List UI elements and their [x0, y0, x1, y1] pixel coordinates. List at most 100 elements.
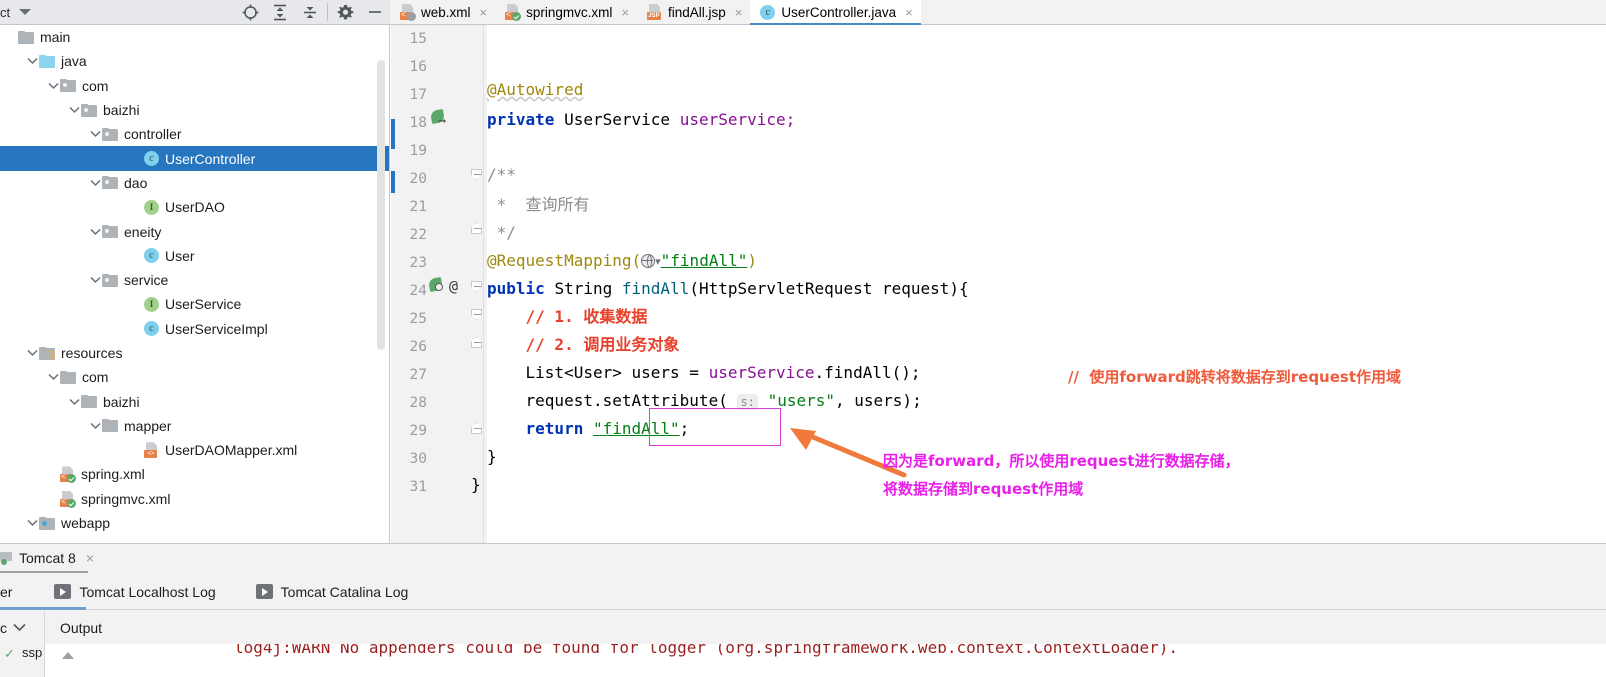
tree-item-main[interactable]: main	[0, 25, 389, 49]
tree-item-userdaomapper-xml[interactable]: <> UserDAOMapper.xml	[0, 438, 389, 462]
chevron-down-icon[interactable]	[25, 49, 39, 73]
resource-folder-icon	[39, 346, 55, 360]
collapse-all-icon[interactable]	[295, 0, 325, 25]
tree-item-com[interactable]: com	[0, 365, 389, 389]
xml-mapper-icon: <>	[144, 442, 159, 459]
tree-item-userservice[interactable]: I UserService	[0, 292, 389, 316]
editor-tab-findall-jsp[interactable]: JSP findAll.jsp ×	[637, 0, 750, 24]
console-status-text: ssp	[22, 645, 43, 660]
tree-item-userdao[interactable]: I UserDAO	[0, 195, 389, 219]
tree-item-dao[interactable]: dao	[0, 171, 389, 195]
run-tab-tomcat8[interactable]: Tomcat 8 ×	[0, 544, 94, 572]
log-tab-catalina[interactable]: Tomcat Catalina Log	[242, 574, 423, 610]
tree-item-eneity[interactable]: eneity	[0, 219, 389, 243]
tree-item-springmvc-xml[interactable]: springmvc.xml	[0, 487, 389, 511]
code-line-23: public String findAll(HttpServletRequest…	[487, 279, 969, 298]
output-filter-dropdown[interactable]: c	[0, 620, 40, 636]
annotation-request-note-2: 将数据存储到request作用域	[883, 480, 1084, 498]
output-filter-label: c	[0, 619, 7, 636]
editor-tab-web-xml[interactable]: web.xml ×	[390, 0, 495, 24]
close-icon[interactable]: ×	[621, 5, 629, 20]
line-number: 25	[409, 311, 427, 327]
tree-item-baizhi[interactable]: baizhi	[0, 389, 389, 413]
project-tree[interactable]: main java com baizhi controller c UserControll…	[0, 25, 390, 543]
chevron-down-icon[interactable]	[88, 171, 102, 195]
java-interface-icon: I	[144, 296, 159, 312]
code-line-29: }	[487, 447, 497, 466]
hide-panel-icon[interactable]	[360, 0, 390, 25]
chevron-down-icon[interactable]	[67, 390, 81, 414]
xml-file-icon	[60, 466, 76, 484]
globe-icon[interactable]	[641, 254, 656, 268]
tree-item-label: baizhi	[103, 393, 140, 410]
chevron-down-icon[interactable]	[46, 74, 60, 98]
spring-bean-icon[interactable]: ➞	[429, 108, 448, 127]
tree-item-label: resources	[61, 345, 123, 361]
chevron-down-icon[interactable]	[19, 9, 32, 15]
close-icon[interactable]: ×	[905, 5, 913, 20]
editor-tab-usercontroller-java[interactable]: c UserController.java ×	[750, 0, 922, 25]
tree-item-userserviceimpl[interactable]: c UserServiceImpl	[0, 317, 389, 341]
project-panel-title: ct	[0, 4, 11, 20]
output-header-row: c Output	[0, 611, 1606, 644]
log-tab-localhost[interactable]: Tomcat Localhost Log	[40, 574, 229, 610]
line-number: 21	[409, 199, 427, 215]
tree-item-controller[interactable]: controller	[0, 122, 389, 146]
tree-item-label: spring.xml	[81, 466, 145, 483]
tree-item-label: main	[40, 29, 71, 46]
gutter-divider	[483, 25, 484, 543]
chevron-down-icon[interactable]	[13, 623, 26, 632]
close-icon[interactable]: ×	[480, 5, 488, 20]
chevron-down-icon[interactable]	[88, 268, 102, 292]
tree-item-service[interactable]: service	[0, 268, 389, 292]
code-line-21: */	[487, 223, 516, 242]
tree-item-mapper[interactable]: mapper	[0, 414, 389, 438]
modifier-keyword: private	[487, 110, 555, 129]
chevron-down-icon[interactable]	[46, 365, 60, 389]
scroll-up-icon[interactable]	[62, 652, 74, 659]
tree-item-webapp[interactable]: webapp	[0, 511, 389, 535]
chevron-down-icon[interactable]	[25, 511, 39, 535]
console-output[interactable]: log4j:WARN No appenders could be found f…	[45, 644, 1606, 677]
code-line-25: // 2. 调用业务对象	[525, 335, 680, 354]
locate-icon[interactable]	[235, 0, 265, 25]
tree-item-label: springmvc.xml	[81, 490, 171, 507]
tree-item-label: baizhi	[103, 102, 140, 119]
tab-label: findAll.jsp	[667, 4, 726, 20]
annotation-gutter-icon[interactable]: @	[449, 277, 458, 295]
play-icon	[255, 584, 273, 599]
java-class-icon: c	[760, 4, 776, 20]
log-tab-bar: er Tomcat Localhost Log Tomcat Catalina …	[0, 574, 1606, 610]
tree-item-label: UserController	[165, 150, 256, 167]
chevron-down-icon[interactable]	[67, 98, 81, 122]
jsp-file-icon: JSP	[646, 4, 662, 20]
editor-tab-springmvc-xml[interactable]: springmvc.xml ×	[495, 0, 637, 24]
spring-bean-icon[interactable]	[427, 276, 446, 293]
chevron-down-icon[interactable]	[25, 341, 39, 365]
tree-item-baizhi[interactable]: baizhi	[0, 98, 389, 122]
tree-item-usercontroller[interactable]: c UserController	[0, 146, 389, 171]
expand-all-icon[interactable]	[265, 0, 295, 25]
tree-item-label: com	[82, 369, 109, 386]
log-tab-label: Tomcat Localhost Log	[79, 583, 216, 600]
tree-item-label: eneity	[124, 223, 162, 240]
close-icon[interactable]: ×	[86, 550, 94, 566]
tab-label: springmvc.xml	[526, 4, 613, 20]
settings-gear-icon[interactable]	[330, 0, 360, 25]
chevron-down-icon[interactable]	[88, 414, 102, 438]
tree-item-spring-xml[interactable]: spring.xml	[0, 462, 389, 486]
type-name: UserService	[564, 110, 671, 129]
tree-item-resources[interactable]: resources	[0, 341, 389, 365]
tree-item-java[interactable]: java	[0, 49, 389, 73]
close-icon[interactable]: ×	[735, 5, 743, 20]
log-tab-server[interactable]: er	[0, 574, 26, 610]
tree-item-com[interactable]: com	[0, 74, 389, 98]
chevron-down-icon[interactable]	[88, 122, 102, 146]
tree-item-user[interactable]: c User	[0, 244, 389, 268]
tree-scrollbar[interactable]	[377, 60, 385, 350]
chevron-down-icon[interactable]	[88, 220, 102, 244]
xml-file-icon	[400, 4, 416, 21]
